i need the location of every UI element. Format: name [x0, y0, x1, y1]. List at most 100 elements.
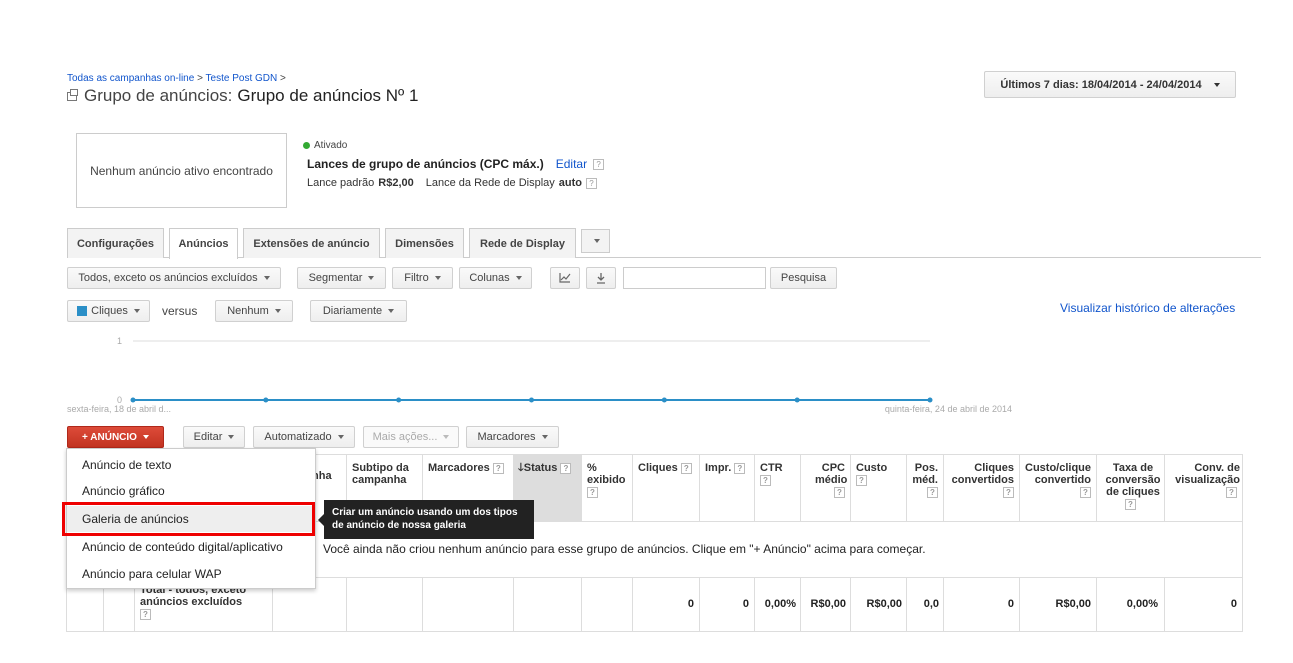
- help-icon[interactable]: ?: [492, 462, 504, 474]
- labels-label: Marcadores: [477, 431, 536, 443]
- series-clicks: [130, 397, 933, 403]
- header-view-through-conv[interactable]: Conv. de visualização?: [1165, 454, 1242, 521]
- header-converted-clicks[interactable]: Cliques convertidos?: [944, 454, 1019, 521]
- help-icon[interactable]: ?: [140, 608, 151, 620]
- breadcrumb: Todas as campanhas on-line > Teste Post …: [67, 73, 286, 84]
- metric1-dropdown[interactable]: Cliques: [67, 300, 150, 322]
- data-point[interactable]: [529, 397, 534, 403]
- y-tick-label: 1: [117, 336, 122, 346]
- help-icon[interactable]: ?: [1226, 486, 1237, 498]
- chevron-down-icon: [515, 276, 522, 280]
- help-icon[interactable]: ?: [593, 158, 605, 170]
- menu-item-text-ad[interactable]: Anúncio de texto: [67, 452, 315, 478]
- date-range-picker[interactable]: Últimos 7 dias: 18/04/2014 - 24/04/2014: [984, 71, 1236, 98]
- ad-group-icon: [67, 88, 78, 101]
- total-avg-cpc: R$0,00: [810, 598, 846, 610]
- help-icon[interactable]: ?: [587, 486, 598, 498]
- menu-item-image-ad[interactable]: Anúncio gráfico: [67, 478, 315, 504]
- help-icon[interactable]: ?: [586, 177, 598, 189]
- chevron-down-icon: [133, 309, 140, 313]
- breadcrumb-separator: >: [197, 73, 203, 84]
- metric2-dropdown[interactable]: Nenhum: [215, 300, 293, 322]
- chevron-down-icon: [142, 435, 149, 439]
- help-icon[interactable]: ?: [1003, 486, 1014, 498]
- new-ad-button[interactable]: + ANÚNCIO: [67, 426, 164, 448]
- menu-item-wap-ad[interactable]: Anúncio para celular WAP: [67, 561, 315, 587]
- total-converted-clicks: 0: [1007, 598, 1014, 610]
- x-axis-start-label: sexta-feira, 18 de abril d...: [67, 404, 171, 414]
- period-dropdown[interactable]: Diariamente: [310, 300, 407, 322]
- header-clicks[interactable]: Cliques ?: [633, 454, 699, 521]
- segment-dropdown[interactable]: Segmentar: [297, 267, 386, 289]
- filter-dropdown[interactable]: Filtro: [392, 267, 453, 289]
- help-icon[interactable]: ?: [1125, 498, 1136, 510]
- chevron-down-icon: [541, 435, 548, 439]
- ad-preview-box: Nenhum anúncio ativo encontrado: [76, 133, 287, 208]
- header-ctr[interactable]: CTR ?: [755, 454, 800, 521]
- tab-settings[interactable]: Configurações: [67, 228, 164, 258]
- chevron-down-icon: [274, 309, 281, 313]
- page-title-prefix: Grupo de anúncios:: [84, 86, 233, 105]
- chevron-down-icon: [263, 276, 270, 280]
- data-point[interactable]: [130, 397, 136, 403]
- tab-dimensions[interactable]: Dimensões: [385, 228, 464, 258]
- tab-ad-extensions[interactable]: Extensões de anúncio: [243, 228, 380, 258]
- header-cost-text: Custo: [856, 462, 888, 474]
- help-icon[interactable]: ?: [734, 462, 746, 474]
- breadcrumb-all-campaigns[interactable]: Todas as campanhas on-line: [67, 73, 194, 84]
- header-clicks-text: Cliques: [638, 462, 678, 474]
- help-icon[interactable]: ?: [760, 474, 771, 486]
- total-avg-pos: 0,0: [923, 598, 939, 610]
- chevron-down-icon: [443, 435, 450, 439]
- header-avg-pos[interactable]: Pos. méd.?: [907, 454, 943, 521]
- download-button[interactable]: [586, 267, 616, 289]
- header-avg-pos-text: Pos. méd.: [912, 462, 938, 486]
- breadcrumb-campaign[interactable]: Teste Post GDN: [206, 73, 278, 84]
- data-point[interactable]: [396, 397, 402, 403]
- chevron-down-icon: [368, 276, 375, 280]
- search-input[interactable]: [623, 267, 766, 289]
- data-point[interactable]: [927, 397, 933, 403]
- total-cost: R$0,00: [866, 598, 902, 610]
- breadcrumb-separator: >: [280, 73, 286, 84]
- data-point[interactable]: [263, 397, 269, 403]
- header-converted-clicks-text: Cliques convertidos: [951, 462, 1014, 486]
- help-icon[interactable]: ?: [560, 462, 572, 474]
- columns-dropdown[interactable]: Colunas: [459, 267, 532, 289]
- edit-dropdown[interactable]: Editar: [183, 426, 245, 448]
- data-point[interactable]: [661, 397, 667, 403]
- chevron-down-icon: [1213, 82, 1220, 87]
- labels-dropdown[interactable]: Marcadores: [466, 426, 559, 448]
- help-icon[interactable]: ?: [927, 486, 938, 498]
- header-pct-shown[interactable]: % exibido?: [582, 454, 632, 521]
- change-history-link[interactable]: Visualizar histórico de alterações: [1060, 301, 1235, 315]
- help-icon[interactable]: ?: [834, 486, 845, 498]
- menu-item-app-ad[interactable]: Anúncio de conteúdo digital/aplicativo: [67, 534, 315, 560]
- header-click-conv-rate[interactable]: Taxa de conversão de cliques?: [1097, 454, 1164, 521]
- header-avg-cpc[interactable]: CPC médio?: [801, 454, 850, 521]
- chevron-down-icon: [388, 309, 395, 313]
- header-cost-per-converted-click[interactable]: Custo/clique convertido?: [1020, 454, 1096, 521]
- metric2-label: Nenhum: [227, 305, 269, 317]
- more-actions-dropdown[interactable]: Mais ações...: [363, 426, 459, 448]
- header-ctr-text: CTR: [760, 462, 783, 474]
- tab-ads[interactable]: Anúncios: [169, 228, 238, 259]
- data-point[interactable]: [794, 397, 800, 403]
- help-icon[interactable]: ?: [680, 462, 692, 474]
- tab-display-network[interactable]: Rede de Display: [469, 228, 576, 258]
- versus-label: versus: [162, 304, 198, 318]
- automate-dropdown[interactable]: Automatizado: [253, 426, 355, 448]
- total-row-label: Total - todos, exceto anúncios excluídos…: [140, 584, 270, 620]
- tab-more[interactable]: [581, 229, 610, 253]
- ads-filter-dropdown[interactable]: Todos, exceto os anúncios excluídos: [67, 267, 281, 289]
- total-clicks: 0: [687, 598, 694, 610]
- status-label: Ativado: [314, 140, 348, 151]
- header-impr[interactable]: Impr. ?: [700, 454, 754, 521]
- header-cost[interactable]: Custo ?: [851, 454, 906, 521]
- help-icon[interactable]: ?: [856, 474, 867, 486]
- chart-toggle-button[interactable]: [550, 267, 580, 289]
- edit-bids-link[interactable]: Editar: [556, 157, 587, 171]
- search-button[interactable]: Pesquisa: [770, 267, 837, 289]
- help-icon[interactable]: ?: [1080, 486, 1091, 498]
- performance-chart: 1 0 sexta-feira, 18 de abril d... quinta…: [67, 336, 1012, 414]
